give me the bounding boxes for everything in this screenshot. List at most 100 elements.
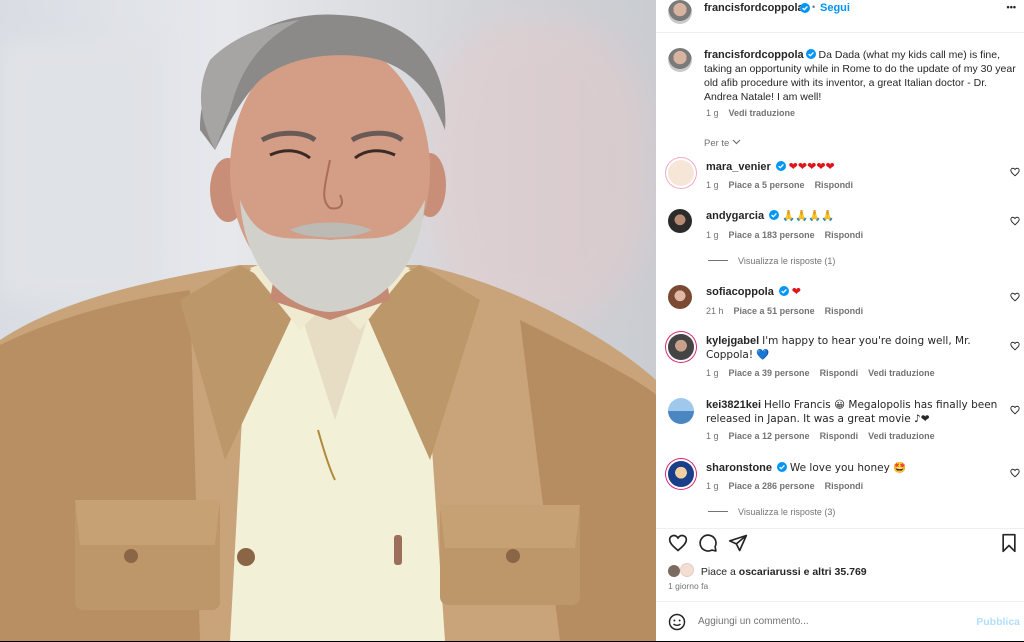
verified-badge-icon (775, 161, 786, 171)
commenter-username[interactable]: andygarcia (706, 210, 764, 222)
author-username[interactable]: francisfordcoppola (704, 2, 804, 14)
translate-link[interactable]: Vedi traduzione (868, 368, 935, 378)
heart-outline-icon[interactable] (1010, 468, 1020, 478)
view-replies-label: Visualizza le risposte (3) (738, 507, 836, 517)
reply-button[interactable]: Rispondi (815, 180, 854, 190)
comment-row: andygarcia 🙏🙏🙏🙏 1 g Piace a 183 persone … (656, 209, 1024, 269)
likes-user[interactable]: oscariarussi (739, 566, 801, 578)
commenter-avatar[interactable] (668, 285, 692, 309)
comment-likes[interactable]: Piace a 286 persone (729, 481, 815, 491)
chevron-down-icon (732, 139, 741, 145)
liker-avatar (668, 565, 680, 577)
view-replies-button[interactable]: Visualizza le risposte (3) (708, 507, 835, 517)
publish-button[interactable]: Pubblica (976, 616, 1020, 628)
caption-time: 1 g (706, 108, 719, 118)
comment-text: sharonstone We love you honey 🤩 (706, 461, 1002, 475)
comment-meta: 1 g Piace a 286 persone Rispondi (706, 481, 863, 491)
verified-badge-icon (800, 3, 810, 13)
commenter-avatar[interactable] (668, 334, 694, 360)
comment-row: sharonstone We love you honey 🤩 1 g Piac… (656, 461, 1024, 521)
caption-author-avatar[interactable] (668, 48, 692, 72)
comments-filter-label: Per te (704, 138, 730, 149)
comment-input[interactable]: Aggiungi un commento... (698, 616, 809, 627)
portrait-illustration (0, 14, 656, 641)
post-timestamp: 1 giorno fa (668, 581, 709, 591)
commenter-avatar[interactable] (668, 209, 692, 233)
comment-row: sofiacoppola ❤ 21 h Piace a 51 persone R… (656, 285, 1024, 325)
caption-username[interactable]: francisfordcoppola (704, 49, 804, 61)
comment-bubble-icon[interactable] (698, 533, 718, 553)
comment-body: 🙏🙏🙏🙏 (781, 210, 835, 222)
comment-text: kei3821kei Hello Francis 😀 Megalopolis h… (706, 398, 1002, 426)
author-avatar[interactable] (668, 0, 692, 24)
comment-row: mara_venier ❤❤❤❤❤ 1 g Piace a 5 persone … (656, 160, 1024, 200)
verified-badge-icon (769, 210, 780, 220)
comment-likes[interactable]: Piace a 183 persone (729, 230, 815, 240)
commenter-username[interactable]: mara_venier (706, 161, 771, 173)
post-photo[interactable] (0, 0, 656, 641)
comment-meta: 1 g Piace a 5 persone Rispondi (706, 180, 853, 190)
heart-outline-icon[interactable] (1010, 216, 1020, 226)
follow-button[interactable]: Segui (820, 2, 850, 14)
reply-button[interactable]: Rispondi (820, 431, 859, 441)
comment-likes[interactable]: Piace a 39 persone (729, 368, 810, 378)
comment-body: ❤❤❤❤❤ (788, 160, 835, 173)
more-options-icon[interactable]: ••• (1007, 2, 1016, 12)
commenter-username[interactable]: kei3821kei (706, 399, 761, 411)
comment-likes[interactable]: Piace a 5 persone (729, 180, 805, 190)
comments-filter[interactable]: Per te (704, 138, 741, 149)
add-comment-bar: Aggiungi un commento... Pubblica (656, 601, 1024, 642)
commenter-username[interactable]: sofiacoppola (706, 286, 774, 298)
post-side-panel: francisfordcoppola • Segui ••• francisfo… (656, 0, 1024, 641)
comment-time: 1 g (706, 431, 719, 441)
post-action-bar (656, 528, 1024, 555)
commenter-avatar[interactable] (668, 461, 694, 487)
heart-outline-icon[interactable] (1010, 167, 1020, 177)
verified-badge-icon (778, 286, 789, 296)
like-heart-icon[interactable] (668, 533, 688, 553)
verified-badge-icon (776, 462, 787, 472)
heart-outline-icon[interactable] (1010, 292, 1020, 302)
comment-time: 1 g (706, 180, 719, 190)
bookmark-icon[interactable] (1000, 533, 1018, 553)
reply-button[interactable]: Rispondi (820, 368, 859, 378)
view-replies-button[interactable]: Visualizza le risposte (1) (708, 256, 835, 266)
comment-row: kylejgabel I'm happy to hear you're doin… (656, 334, 1024, 382)
liker-avatar (679, 563, 694, 577)
comment-time: 1 g (706, 230, 719, 240)
comment-body: ❤ (791, 285, 801, 298)
caption-translate-link[interactable]: Vedi traduzione (729, 108, 796, 118)
post-caption: francisfordcoppola Da Dada (what my kids… (704, 48, 1022, 104)
verified-badge-icon (805, 49, 816, 59)
heart-outline-icon[interactable] (1010, 405, 1020, 415)
comment-text: mara_venier ❤❤❤❤❤ (706, 160, 1002, 174)
comment-body: We love you honey 🤩 (789, 462, 907, 474)
comment-row: kei3821kei Hello Francis 😀 Megalopolis h… (656, 398, 1024, 446)
separator-dot: • (812, 2, 816, 12)
emoji-icon[interactable] (668, 613, 686, 631)
likes-summary[interactable]: Piace a oscariarussi e altri 35.769 (668, 563, 867, 578)
commenter-username[interactable]: sharonstone (706, 462, 772, 474)
commenter-username[interactable]: kylejgabel (706, 335, 759, 347)
share-send-icon[interactable] (728, 533, 748, 553)
comment-text: andygarcia 🙏🙏🙏🙏 (706, 209, 1002, 223)
commenter-avatar[interactable] (668, 160, 694, 186)
comment-time: 1 g (706, 481, 719, 491)
reply-button[interactable]: Rispondi (825, 230, 864, 240)
comment-likes[interactable]: Piace a 12 persone (729, 431, 810, 441)
commenter-avatar[interactable] (668, 398, 694, 424)
comment-text: kylejgabel I'm happy to hear you're doin… (706, 334, 1002, 362)
likes-count[interactable]: e altri 35.769 (801, 566, 867, 578)
view-replies-label: Visualizza le risposte (1) (738, 256, 836, 266)
heart-outline-icon[interactable] (1010, 341, 1020, 351)
reply-button[interactable]: Rispondi (825, 306, 864, 316)
comment-meta: 1 g Piace a 12 persone Rispondi Vedi tra… (706, 431, 935, 441)
comment-text: sofiacoppola ❤ (706, 285, 1002, 299)
post-header: francisfordcoppola • Segui ••• (656, 0, 1024, 33)
comment-meta: 1 g Piace a 183 persone Rispondi (706, 230, 863, 240)
comment-likes[interactable]: Piace a 51 persone (734, 306, 815, 316)
reply-button[interactable]: Rispondi (825, 481, 864, 491)
translate-link[interactable]: Vedi traduzione (868, 431, 935, 441)
likes-prefix: Piace a (700, 566, 739, 578)
comment-meta: 21 h Piace a 51 persone Rispondi (706, 306, 863, 316)
